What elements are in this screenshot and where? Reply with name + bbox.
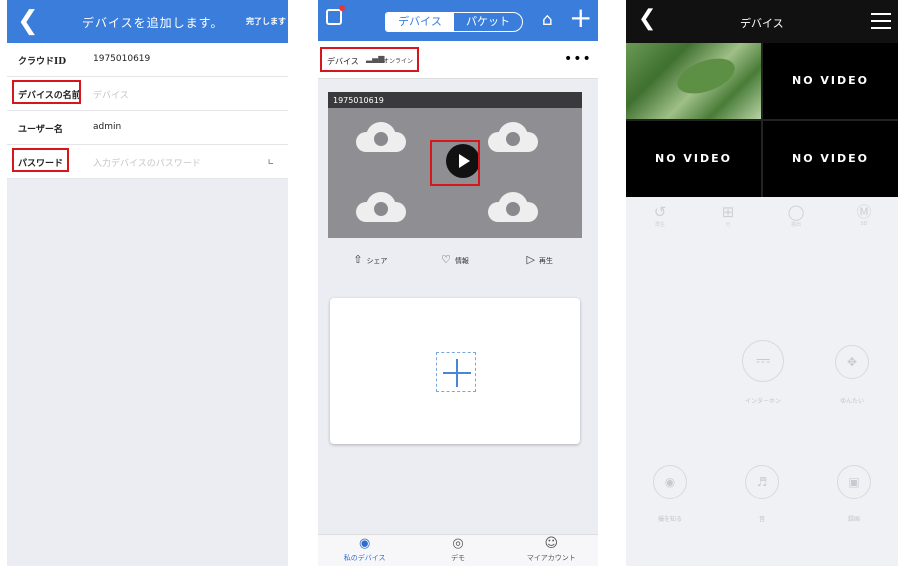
username-input[interactable]: admin [93,122,121,132]
cloud-id-label: クラウドID [18,57,67,67]
eye-toggle-icon[interactable]: ⌞ [267,151,274,167]
device-id: 1975010619 [328,92,582,108]
playback-tool[interactable]: ↺ 再生 [626,197,694,241]
user-icon: ☺ [544,536,559,551]
tab-device[interactable]: デバイス [386,13,454,31]
playback-button[interactable]: ▷ 再生 [497,240,582,280]
username-row[interactable]: ユーザー名 admin [7,111,288,145]
highlight-play [430,140,480,186]
back-icon[interactable]: ❮ [638,6,656,31]
tab-demo[interactable]: ◎ デモ [411,535,504,566]
detect-tool[interactable]: ◯ 検出 [762,197,830,241]
camera-cloud-icon [488,192,538,222]
camera-cloud-icon [488,122,538,152]
live-view-screen: ❮ デバイス NO VIDEO NO VIDEO NO VIDEO ↺ 再生 ⊞ 分… [626,0,898,566]
cloud-id-row: クラウドID 1975010619 [7,43,288,77]
back-icon[interactable]: ❮ [17,6,39,36]
video-grid: NO VIDEO NO VIDEO NO VIDEO [626,43,898,197]
snapshot-label: 撮を知る [657,516,682,523]
message-icon[interactable] [326,9,342,25]
highlight-device-name [12,80,81,104]
snapshot-icon[interactable]: ◉ [653,465,687,499]
grid-icon: ⊞ [721,203,735,221]
sd-icon: Ⓜ [856,203,872,221]
ptz-label: ゆんたい [839,398,864,405]
demo-icon: ◎ [452,536,464,551]
tab-my-account[interactable]: ☺ マイアカウント [505,535,598,566]
info-button[interactable]: ♡ 情報 [413,240,498,280]
camera-icon: ◉ [358,536,371,551]
highlight-password [12,148,69,172]
username-label: ユーザー名 [18,125,63,135]
add-device-header: ❮ デバイスを追加します。 完了します [7,0,288,43]
camera-cloud-icon [356,122,406,152]
password-input[interactable]: 入力デバイスのパスワード [93,156,201,169]
ptz-icon[interactable]: ✥ [835,345,869,379]
video-feed-1[interactable] [626,43,761,119]
share-button[interactable]: ⇧ シェア [328,240,413,280]
tab-packet[interactable]: パケット [454,13,522,31]
device-list-header: デバイス パケット ⌂ + [318,0,598,41]
intercom-label: インターホン [744,398,781,405]
playback-icon: ▷ [526,253,535,266]
device-packet-switch: デバイス パケット [385,12,523,32]
detect-icon: ◯ [787,203,805,221]
camera-preview-card[interactable]: 1975010619 [328,92,582,238]
video-feed-3[interactable]: NO VIDEO [626,121,761,197]
live-toolbar: ↺ 再生 ⊞ 分 ◯ 検出 Ⓜ SD [626,197,898,241]
record-label: 録画 [847,516,860,523]
header-title: デバイスを追加します。 [82,16,224,30]
add-device-screen: ❮ デバイスを追加します。 完了します クラウドID 1975010619 デバ… [7,0,288,566]
highlight-device-status [320,47,419,72]
add-device-card[interactable] [330,298,580,444]
sd-tool[interactable]: Ⓜ SD [830,197,898,241]
device-actions: ⇧ シェア ♡ 情報 ▷ 再生 [328,240,582,280]
record-icon[interactable]: ▣ [837,465,871,499]
video-feed-2[interactable]: NO VIDEO [763,43,898,119]
sound-label: 音 [758,516,765,523]
add-device-button[interactable]: + [569,3,592,33]
done-button[interactable]: 完了します [246,16,286,27]
bottom-tab-bar: ◉ 私のデバイス ◎ デモ ☺ マイアカウント [318,534,598,566]
add-plus-icon[interactable] [436,352,476,392]
device-list-screen: デバイス パケット ⌂ + デバイス ▂▄▆ オンライン ••• 1975010… [318,0,598,566]
live-view-header: ❮ デバイス [626,0,898,43]
speaker-icon[interactable]: ♬ [745,465,779,499]
camera-cloud-icon [356,192,406,222]
microphone-icon[interactable]: ⎓ [742,340,784,382]
live-view-title: デバイス [740,17,784,30]
split-tool[interactable]: ⊞ 分 [694,197,762,241]
cloud-id-value: 1975010619 [93,54,151,64]
tab-my-devices[interactable]: ◉ 私のデバイス [318,535,411,566]
video-feed-4[interactable]: NO VIDEO [763,121,898,197]
notification-dot [339,5,345,11]
menu-icon[interactable] [871,13,891,29]
device-name-input[interactable]: デバイス [93,88,129,101]
more-options-icon[interactable]: ••• [564,51,592,67]
share-icon: ⇧ [353,253,363,266]
history-icon: ↺ [653,203,667,221]
home-icon[interactable]: ⌂ [542,10,553,30]
bell-icon: ♡ [441,253,451,266]
